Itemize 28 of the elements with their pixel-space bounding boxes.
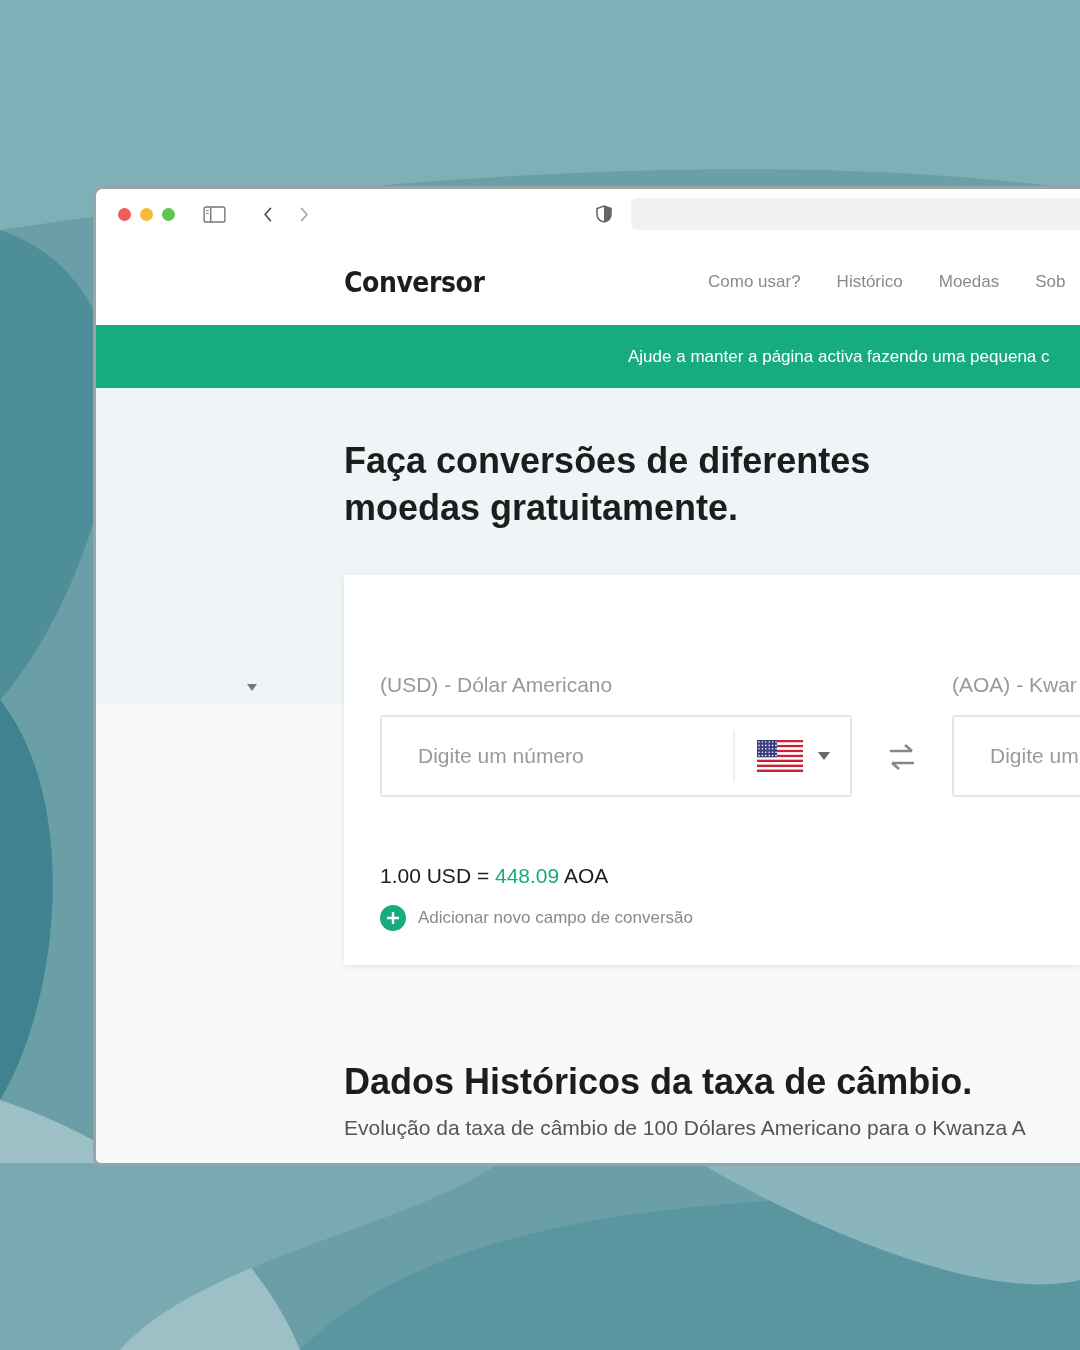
section-description: Evolução da taxa de câmbio de 100 Dólares Americano para o Kwanza A — [344, 1115, 1027, 1141]
caret-icon[interactable] — [818, 752, 830, 760]
zoom-button[interactable] — [162, 207, 175, 221]
currency-label: (AOA) - Kwar — [952, 673, 1078, 697]
banner-text[interactable]: Ajude a manter a página activa fazendo uma pequena c — [628, 346, 1050, 367]
page-heading: Faça conversões de diferentes moedas gratuitamente. — [344, 439, 872, 530]
nav-link[interactable]: Histórico — [836, 272, 903, 292]
sidebar-icon[interactable] — [203, 205, 226, 223]
amount-field[interactable]: Digite um — [952, 715, 1080, 797]
amount-input[interactable]: Digite um número — [382, 740, 733, 772]
back-icon[interactable] — [263, 205, 273, 223]
amount-input[interactable]: Digite um — [954, 740, 1080, 772]
exchange-rate: 1.00 USD = 448.09 AOA — [380, 864, 610, 888]
amount-field[interactable]: Digite um número — [380, 715, 852, 797]
swap-icon[interactable] — [889, 743, 915, 771]
section-heading: Dados Históricos da taxa de câmbio. — [344, 1061, 974, 1103]
shield-icon[interactable] — [596, 205, 612, 223]
nav-link[interactable]: Como usar? — [708, 272, 801, 292]
add-field-link[interactable]: Adicionar novo campo de conversão — [418, 908, 693, 928]
nav-link[interactable]: Moedas — [938, 272, 1000, 292]
plus-icon[interactable] — [380, 905, 406, 931]
site-logo[interactable]: Conversor — [344, 265, 515, 299]
forward-icon[interactable] — [299, 205, 309, 223]
close-button[interactable] — [118, 207, 131, 221]
caret-icon[interactable] — [247, 684, 257, 691]
flag-icon — [757, 740, 803, 772]
nav-link[interactable]: Sob — [1035, 272, 1066, 292]
currency-label: (USD) - Dólar Americano — [380, 673, 614, 697]
